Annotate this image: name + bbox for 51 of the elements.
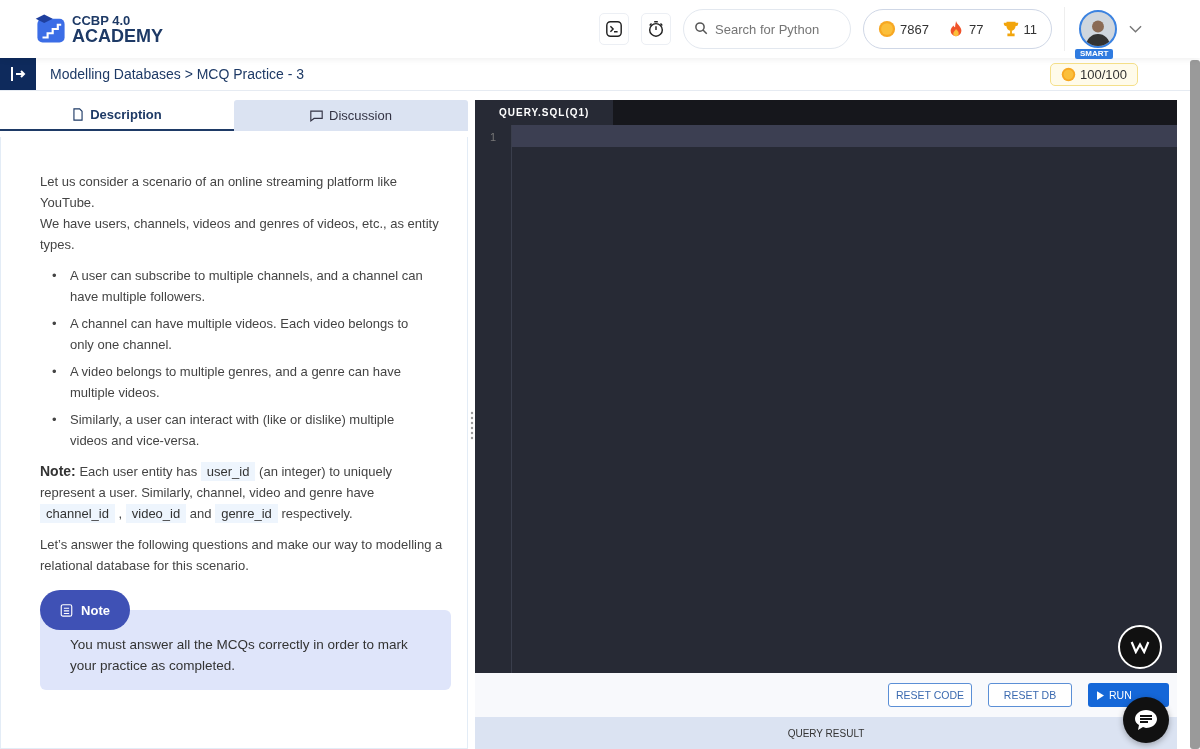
- search-icon: [694, 21, 710, 36]
- document-icon: [72, 108, 85, 121]
- chevron-down-icon[interactable]: [1129, 25, 1142, 33]
- timer-button[interactable]: [641, 13, 672, 45]
- resize-handle-icon[interactable]: [469, 409, 474, 440]
- bullet-item: Similarly, a user can interact with (like or dislike) multiple videos and vice-versa.: [70, 411, 396, 450]
- note-text: You must answer all the MCQs correctly in order to mark your practice as completed.: [70, 636, 409, 675]
- reset-button[interactable]: RESET DB: [988, 683, 1072, 707]
- expand-arrow-icon: [10, 67, 26, 81]
- stat-value: 7867: [900, 21, 930, 37]
- clipboard-icon: [60, 603, 74, 617]
- reset-button[interactable]: RESET CODE: [888, 683, 972, 707]
- logo-icon: [34, 13, 68, 45]
- assistant-button[interactable]: [1118, 625, 1162, 669]
- terminal-button[interactable]: [599, 13, 630, 45]
- bullet-marker: •: [52, 315, 58, 333]
- stopwatch-icon: [647, 20, 666, 38]
- xp-coin-icon: [878, 20, 897, 38]
- closing-text: Let’s answer the following questions and make our way to modelling a relational database for this scenario.: [40, 536, 444, 575]
- intro-text: We have users, channels, videos and genres of videos, etc., as entity types.: [40, 215, 440, 254]
- query-result-bar[interactable]: QUERY RESULT: [475, 717, 1177, 749]
- note-label: Note: [40, 590, 130, 630]
- editor-tab[interactable]: QUERY.SQL(Q1): [475, 100, 614, 125]
- chat-icon: [310, 109, 324, 122]
- bullet-marker: •: [52, 363, 58, 381]
- scrollbar[interactable]: [1190, 60, 1200, 749]
- w-logo-icon: [1130, 640, 1150, 654]
- stat-value: 11: [1023, 21, 1037, 37]
- note-paragraph: Note: Each user entity has user_id (an integer) to uniquely represent a user. Similarly, channel, video and genre have channel_id , video_id and genre_id respectively.: [40, 461, 394, 524]
- breadcrumb: Modelling Databases > MCQ Practice - 3: [50, 66, 306, 82]
- search-field[interactable]: Search for Python: [683, 9, 852, 49]
- logo-title: ACADEMY: [72, 26, 163, 45]
- play-icon: [1097, 690, 1104, 700]
- terminal-icon: [605, 20, 624, 38]
- intro-text: Let us consider a scenario of an online streaming platform like YouTube.: [40, 173, 398, 212]
- bullet-marker: •: [52, 411, 58, 429]
- xp-coin-icon: [1061, 66, 1076, 82]
- logo-subtitle: CCBP 4.0: [72, 13, 132, 27]
- bullet-item: A user can subscribe to multiple channels, and a channel can have multiple followers.: [70, 267, 424, 306]
- line-number: 1: [488, 130, 498, 145]
- sidebar-toggle-button[interactable]: [0, 58, 36, 90]
- bullet-item: A video belongs to multiple genres, and a genre can have multiple videos.: [70, 363, 402, 402]
- panel-tab[interactable]: Discussion: [234, 100, 468, 131]
- avatar[interactable]: [1079, 10, 1117, 48]
- stat-value: 77: [969, 21, 984, 37]
- chat-bubble-icon: [1134, 709, 1158, 731]
- trophy-icon: [1001, 20, 1020, 38]
- bullet-marker: •: [52, 267, 58, 285]
- bullet-item: A channel can have multiple videos. Each video belongs to only one channel.: [70, 315, 410, 354]
- xp-earned-badge: 100/100: [1050, 62, 1138, 86]
- avatar-badge: SMART: [1075, 49, 1114, 59]
